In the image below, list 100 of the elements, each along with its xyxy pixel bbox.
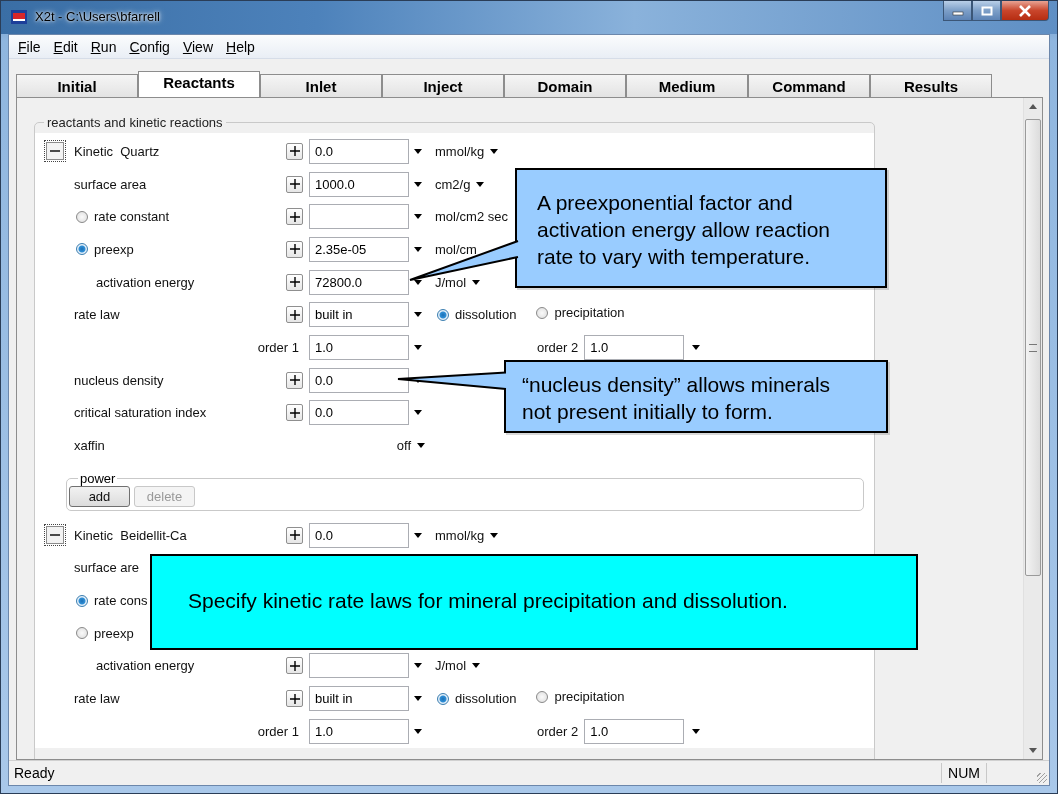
dropdown-arrow[interactable] [414, 246, 422, 252]
group-title: reactants and kinetic reactions [46, 115, 224, 130]
plus-button[interactable] [286, 690, 303, 708]
resize-grip-icon[interactable] [1037, 773, 1047, 783]
value-field[interactable]: 2.35e-05 [309, 236, 409, 262]
dropdown-arrow[interactable] [414, 181, 422, 187]
window-title: X2t - C:\Users\bfarrell [35, 9, 160, 24]
tab[interactable]: Inlet [260, 74, 382, 97]
dropdown-arrow[interactable] [414, 312, 422, 318]
field-label: activation energy [95, 658, 195, 674]
tab[interactable]: Results [870, 74, 992, 97]
dropdown-arrow[interactable] [414, 410, 422, 416]
close-icon [1018, 4, 1032, 17]
field-label: xaffin [74, 438, 105, 454]
callout: A preexponential factor and activation energy allow reaction rate to vary with temperature. [515, 168, 887, 288]
plus-icon [289, 660, 300, 671]
tab[interactable]: Inject [382, 74, 504, 97]
plus-button[interactable] [286, 306, 303, 324]
plus-icon [289, 693, 300, 704]
plus-button[interactable] [286, 404, 303, 422]
dropdown-arrow[interactable] [414, 696, 422, 702]
value-field[interactable] [309, 204, 409, 230]
field-label: order 2 [537, 723, 579, 739]
menu-item[interactable]: Run [84, 36, 124, 57]
callout: “nucleus density” allows minerals not present initially to form. [504, 360, 888, 433]
radio-button[interactable]: dissolution [435, 307, 517, 323]
plus-button[interactable] [286, 371, 303, 389]
field-label: order 1 [257, 723, 299, 739]
plus-button[interactable] [286, 175, 303, 193]
menu-item[interactable]: View [176, 36, 220, 57]
collapse-button[interactable] [46, 526, 64, 545]
scrollbar[interactable] [1023, 98, 1042, 759]
menu-item[interactable]: Edit [47, 36, 85, 57]
plus-button[interactable] [286, 526, 303, 544]
value-field[interactable]: 72800.0 [309, 269, 409, 295]
field-label: nucleus density [74, 372, 164, 388]
dropdown-arrow[interactable] [414, 728, 422, 734]
plus-button[interactable] [286, 240, 303, 258]
menu-item[interactable]: Help [220, 36, 262, 57]
value-field[interactable] [309, 653, 409, 679]
plus-icon [289, 407, 300, 418]
close-button[interactable] [1001, 1, 1049, 21]
value-field[interactable]: 1.0 [584, 718, 685, 744]
dropdown-arrow[interactable] [692, 344, 701, 350]
scrollbar-thumb[interactable] [1025, 119, 1041, 576]
plus-button[interactable] [286, 208, 303, 226]
dropdown-arrow[interactable] [414, 148, 422, 154]
value-field[interactable]: built in [309, 302, 409, 328]
value-field[interactable]: 0.0 [309, 522, 409, 548]
value-field[interactable]: 1.0 [309, 718, 409, 744]
radio-button[interactable]: precipitation [534, 689, 625, 705]
tab[interactable]: Domain [504, 74, 626, 97]
radio-button[interactable]: preexp [74, 625, 134, 641]
value-field[interactable]: 1000.0 [309, 171, 409, 197]
dropdown-arrow[interactable] [414, 532, 422, 538]
unit-dropdown[interactable]: J/mol [435, 274, 481, 290]
radio-button[interactable]: precipitation [534, 305, 625, 321]
radio-button[interactable]: rate cons [74, 593, 148, 609]
value-field[interactable]: 0.0 [309, 400, 409, 426]
tab[interactable]: Command [748, 74, 870, 97]
minimize-button[interactable] [943, 1, 972, 21]
radio-button[interactable]: preexp [74, 241, 134, 257]
dropdown-arrow[interactable] [414, 344, 422, 350]
dropdown-arrow[interactable] [414, 663, 422, 669]
plus-icon [289, 530, 300, 541]
value-field[interactable]: 1.0 [309, 334, 409, 360]
value-field[interactable]: built in [309, 686, 409, 712]
unit-dropdown[interactable]: cm2/g [435, 176, 485, 192]
tab[interactable]: Medium [626, 74, 748, 97]
plus-button[interactable] [286, 273, 303, 291]
maximize-button[interactable] [972, 1, 1001, 21]
add-button[interactable]: add [69, 485, 130, 507]
tab[interactable]: Reactants [138, 71, 260, 97]
field-label: order 2 [537, 339, 579, 355]
plus-icon [289, 146, 300, 157]
callout: Specify kinetic rate laws for mineral precipitation and dissolution. [150, 554, 918, 650]
unit-dropdown[interactable]: mmol/kg [435, 143, 499, 159]
unit-label: mol/cm [435, 241, 477, 257]
dropdown-arrow[interactable] [414, 214, 422, 220]
radio-button[interactable]: dissolution [435, 691, 517, 707]
menu-item[interactable]: Config [123, 36, 177, 57]
value-field[interactable]: 0.0 [309, 138, 409, 164]
tab[interactable]: Initial [16, 74, 138, 97]
plus-icon [289, 244, 300, 255]
plus-button[interactable] [286, 142, 303, 160]
reactant-name: Kinetic Quartz [74, 143, 160, 159]
value-field[interactable]: 0.0 [309, 367, 409, 393]
dropdown-arrow[interactable] [692, 728, 701, 734]
radio-button[interactable]: rate constant [74, 209, 170, 225]
unit-dropdown[interactable]: J/mol [435, 658, 481, 674]
plus-icon [289, 277, 300, 288]
plus-button[interactable] [286, 657, 303, 675]
status-message: Ready [13, 765, 55, 781]
collapse-button[interactable] [46, 142, 64, 161]
unit-dropdown[interactable]: mmol/kg [435, 527, 499, 543]
option-dropdown[interactable]: off [396, 438, 425, 454]
status-indicator: NUM [941, 763, 986, 783]
menu-item[interactable]: File [12, 36, 48, 57]
dropdown-arrow[interactable] [414, 279, 422, 285]
value-field[interactable]: 1.0 [584, 334, 685, 360]
